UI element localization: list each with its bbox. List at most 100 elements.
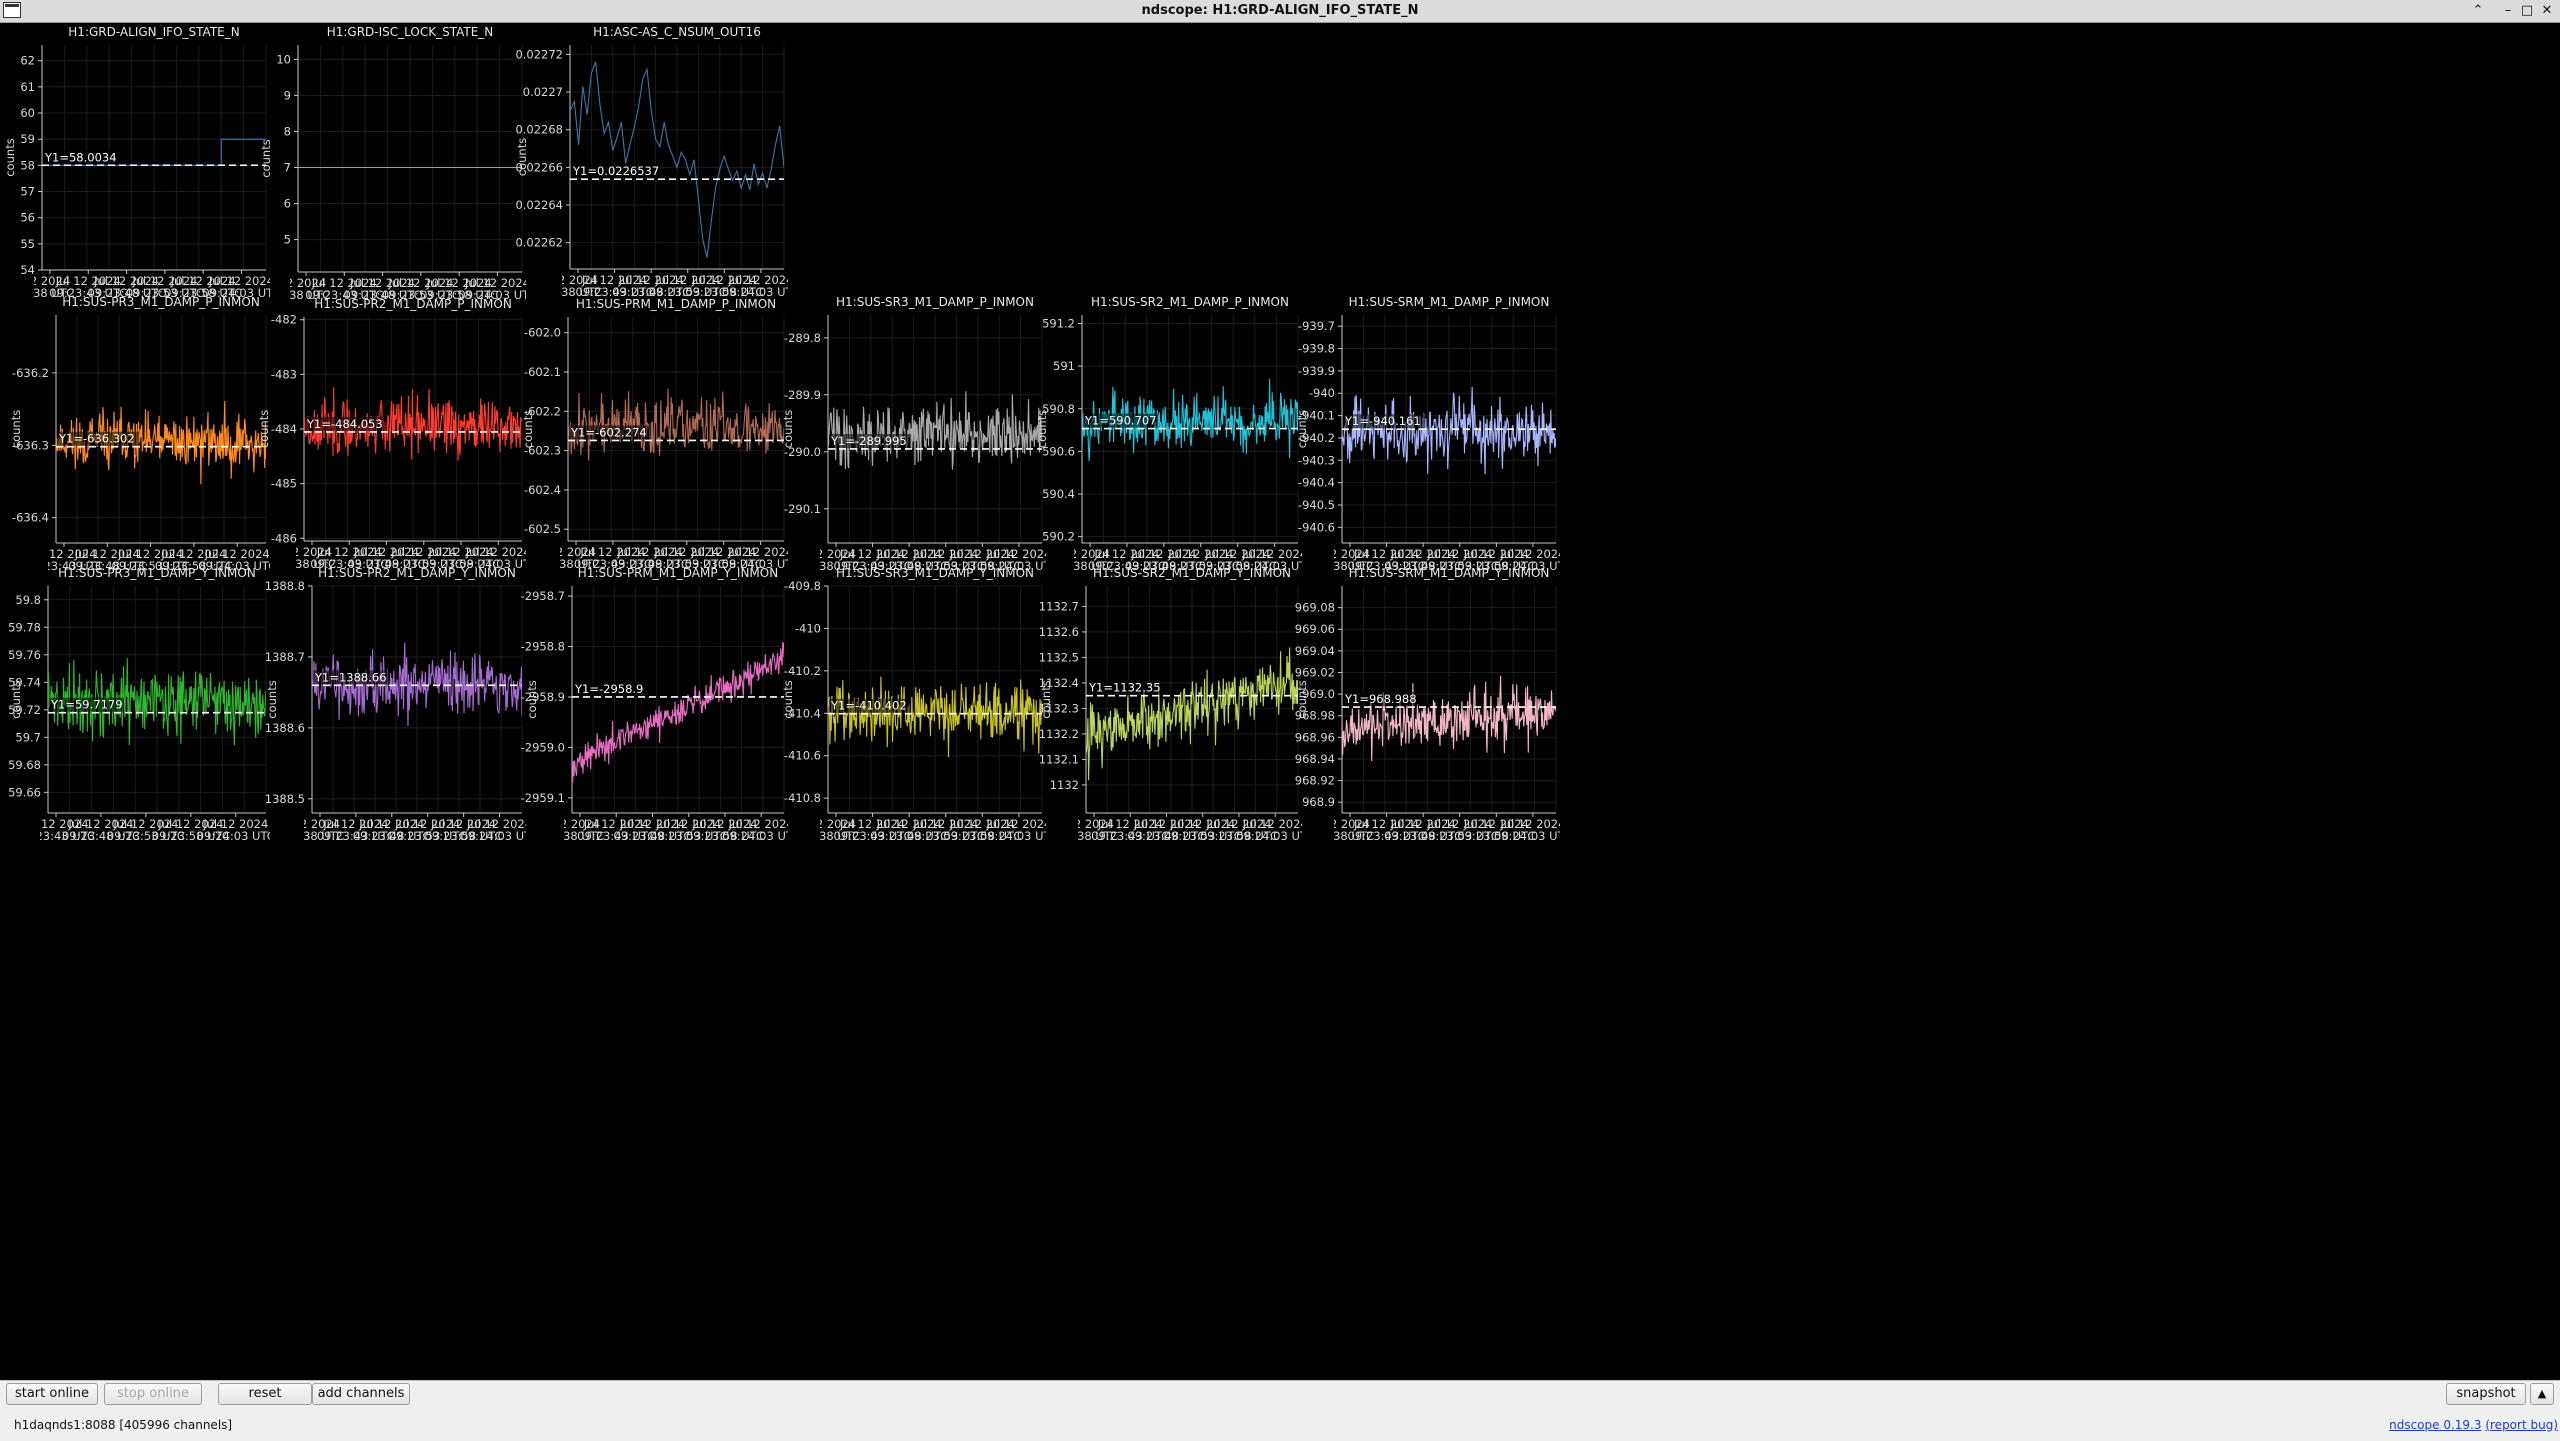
y-tick-label: -483 [271,367,297,381]
plot-panel[interactable]: H1:SUS-SRM_M1_DAMP_Y_INMON 968.9 968.92 968… [1295,566,1572,843]
y1-cursor-label: Y1=-484.053 [306,417,383,431]
plot-panel[interactable]: H1:SUS-PR2_M1_DAMP_P_INMON -486 -485 -484 -4… [257,297,537,571]
x-tick-label-time: 09:24:03 UTC [980,829,1058,843]
y1-cursor-label: Y1=1388.66 [314,670,387,684]
y-tick-label: -940 [1309,386,1335,400]
y-tick-label: 1132.5 [1039,650,1079,664]
y-tick-label: -486 [271,531,297,545]
y-axis-label: counts [1039,680,1053,718]
y-axis-label: counts [521,410,535,448]
y-tick-label: 968.94 [1295,752,1335,766]
y-tick-label: -940.3 [1298,453,1335,467]
y-tick-label: 61 [20,80,35,94]
y-axis-label: counts [515,138,529,176]
status-line: h1daqnds1:8088 [405996 channels] [14,1418,232,1432]
y-axis-label: counts [1295,680,1309,718]
y-tick-label: 59.8 [15,593,41,607]
plot-title: H1:SUS-SR2_M1_DAMP_P_INMON [1091,295,1289,309]
y1-cursor-label: Y1=-940.161 [1344,414,1421,428]
y-tick-label: 1388.8 [265,579,305,593]
plot-grid[interactable]: H1:GRD-ALIGN_IFO_STATE_N 54 55 56 57 58 59 60 61… [0,23,2560,1380]
x-tick-labels: 2 2024I:38 UTCJul 12 202409:23:43 UTCJul… [820,813,1058,843]
y-tick-label: 1388.6 [265,721,305,735]
y-tick-label: -602.4 [524,483,561,497]
plot-title: H1:SUS-SRM_M1_DAMP_Y_INMON [1349,566,1550,580]
plot-panel[interactable]: H1:SUS-PR3_M1_DAMP_P_INMON-636.4-636.3-6… [9,295,276,573]
y-tick-label: -602.0 [524,326,561,340]
y-tick-label: 55 [20,237,35,251]
x-tick-labels: 2 2024I:38 UTCJul 12 202409:23:43 UTCJul… [304,813,526,843]
plot-panel[interactable]: H1:SUS-SR3_M1_DAMP_P_INMON-290.1-290.0-2… [781,295,1058,573]
y-tick-label: -410.2 [784,664,821,678]
y-tick-label: -410 [795,621,821,635]
y-tick-label: 59.76 [8,648,41,662]
y-axis-label: counts [1295,410,1309,448]
y-tick-label: 590.4 [1042,487,1075,501]
plot-panel[interactable]: H1:SUS-SRM_M1_DAMP_P_INMON -940.6 -940.5 -9… [1295,295,1572,573]
y-axis-label: counts [3,138,17,176]
y1-cursor-label: Y1=-2958.9 [574,682,643,696]
plot-panel[interactable]: H1:ASC-AS_C_NSUM_OUT16 0.02262 0.02264 0.02… [515,25,800,299]
y-tick-label: 5 [284,233,291,247]
plot-panel[interactable]: H1:SUS-PR2_M1_DAMP_Y_INMON 1388.5 1388.6 13… [265,566,539,843]
y1-cursor-label: Y1=-289.995 [830,434,907,448]
y-tick-label: 59.78 [8,620,41,634]
plot-panel[interactable]: H1:SUS-PRM_M1_DAMP_Y_INMON -2959.1 -2959.0… [521,566,801,843]
plot-panel[interactable]: H1:SUS-SR2_M1_DAMP_Y_INMON 1132 1132.1 1132… [1039,566,1315,843]
snapshot-button[interactable]: snapshot [2446,1383,2526,1405]
stop-online-button[interactable]: stop online [104,1383,202,1405]
plot-title: H1:SUS-SR3_M1_DAMP_Y_INMON [836,566,1034,580]
plot-panel[interactable]: H1:SUS-SR3_M1_DAMP_Y_INMON -410.8 -410.6 -4… [781,566,1058,843]
version-link[interactable]: ndscope 0.19.3 [2389,1418,2481,1432]
y-tick-label: -602.5 [524,522,561,536]
y-tick-label: 7 [284,161,291,175]
y-axis-label: counts [9,680,23,718]
report-bug-link[interactable]: (report bug) [2485,1418,2558,1432]
y-tick-label: 0.02264 [515,198,563,212]
server-address: h1daqnds1:8088 [14,1418,116,1432]
minimize-icon[interactable]: – [2499,2,2517,20]
y-tick-label: 9 [284,88,291,102]
plots-canvas[interactable]: H1:GRD-ALIGN_IFO_STATE_N5455565758596061… [0,23,2560,1380]
y-tick-label: -2959.0 [521,740,565,754]
y-tick-label: 591 [1053,359,1075,373]
maximize-icon[interactable]: □ [2518,2,2536,20]
x-tick-label-time: 09:24:03 UTC [722,829,800,843]
y-axis-label: counts [9,410,23,448]
start-online-button[interactable]: start online [6,1383,98,1405]
plot-panel[interactable]: H1:GRD-ISC_LOCK_STATE_N5678910counts2 20… [259,25,537,302]
x-tick-labels: 2 2024I:38 UTCJul 12 202409:23:43 UTCJul… [564,813,800,843]
y-axis-label: counts [781,680,795,718]
y-tick-label: 591.2 [1042,317,1075,331]
y-tick-label: -289.8 [784,331,821,345]
channel-count: [405996 channels] [119,1418,233,1432]
plot-panel[interactable]: H1:SUS-SR2_M1_DAMP_P_INMON590.2590.4590.… [1035,295,1314,573]
y1-cursor-label: Y1=590.707 [1084,414,1157,428]
x-tick-label-time: 09:24:03 UTC [1494,829,1572,843]
plot-title: H1:ASC-AS_C_NSUM_OUT16 [593,25,761,39]
x-tick-labels: 2 2024I:38 UTCJul 12 202409:23:43 UTCJul… [562,269,788,299]
x-tick-labels: Jul 12 202409:23:43 UTCJul 12 202409:23:… [40,813,270,843]
y1-cursor-label: Y1=59.7179 [50,698,123,712]
y-tick-label: 54 [20,263,35,277]
plot-panel[interactable]: H1:SUS-PRM_M1_DAMP_P_INMON -602.5 -602.4 -6… [521,297,800,571]
add-channels-button[interactable]: add channels [312,1383,410,1405]
y-tick-label: -484 [271,422,297,436]
expand-icon[interactable]: ▲ [2530,1383,2554,1405]
close-icon[interactable]: ✕ [2538,2,2556,20]
plot-title: H1:SUS-PR3_M1_DAMP_P_INMON [62,295,260,309]
reset-button[interactable]: reset [218,1383,312,1405]
y-tick-label: 58 [20,158,35,172]
y-tick-label: -939.9 [1298,364,1335,378]
window-title: ndscope: H1:GRD-ALIGN_IFO_STATE_N [1141,3,1419,18]
y-tick-label: -940.4 [1298,476,1335,490]
plot-title: H1:SUS-PR2_M1_DAMP_Y_INMON [318,566,516,580]
y-tick-label: -940.5 [1298,498,1335,512]
plot-panel[interactable]: H1:SUS-PR3_M1_DAMP_Y_INMON 59.66 59.68 59.7… [8,566,275,843]
plot-title: H1:SUS-PR2_M1_DAMP_P_INMON [314,297,512,311]
y-tick-label: 8 [284,124,291,138]
plot-panel[interactable]: H1:GRD-ALIGN_IFO_STATE_N 54 55 56 57 58 59 60 61… [3,25,281,300]
shade-up-icon[interactable]: ⌃ [2469,2,2487,20]
y-tick-label: 6 [284,197,291,211]
y-axis-label: counts [1035,410,1049,448]
